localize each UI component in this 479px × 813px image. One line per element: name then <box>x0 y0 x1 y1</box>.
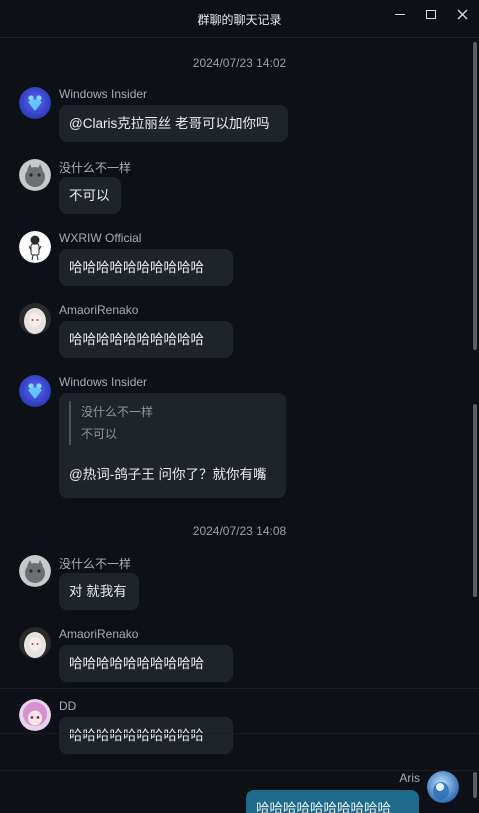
quoted-sender: 没什么不一样 <box>81 405 154 419</box>
quoted-message[interactable]: 没什么不一样 不可以 <box>69 401 153 445</box>
message-bubble[interactable]: 哈哈哈哈哈哈哈哈哈哈 <box>59 717 233 754</box>
heart-people-icon[interactable] <box>19 375 51 407</box>
message-bubble[interactable]: 哈哈哈哈哈哈哈哈哈哈 <box>59 645 233 682</box>
chat-history-window: 群聊的聊天记录 2024/07/23 14:02 Windows Insider… <box>0 0 479 813</box>
sender-name: Windows Insider <box>59 375 148 389</box>
anime-girl-avatar[interactable] <box>19 627 51 659</box>
message-bubble-self[interactable]: 哈哈哈哈哈哈哈哈哈哈 <box>246 790 419 813</box>
message-bubble[interactable]: 对 就我有 <box>59 573 139 610</box>
scrollbar-thumb-secondary[interactable] <box>473 404 477 597</box>
sender-name: 没什么不一样 <box>59 557 132 571</box>
pink-hair-girl-avatar[interactable] <box>19 699 51 731</box>
scrollbar-thumb[interactable] <box>473 42 477 350</box>
divider <box>0 733 479 734</box>
sender-name: WXRIW Official <box>59 231 142 245</box>
minimize-button[interactable] <box>392 6 408 22</box>
message-bubble[interactable]: 哈哈哈哈哈哈哈哈哈哈 <box>59 249 233 286</box>
message-bubble[interactable]: 不可以 <box>59 177 121 214</box>
message-bubble-with-quote[interactable]: 没什么不一样 不可以 @热词-鸽子王 问你了？就你有嘴 <box>59 393 286 498</box>
divider <box>0 688 479 689</box>
message-bubble[interactable]: @Claris克拉丽丝 老哥可以加你吗 <box>59 105 288 142</box>
sender-name: 没什么不一样 <box>59 161 132 175</box>
message-bubble[interactable]: 哈哈哈哈哈哈哈哈哈哈 <box>59 321 233 358</box>
sender-name: Aris <box>399 771 420 785</box>
grey-cat-avatar[interactable] <box>19 159 51 191</box>
timestamp: 2024/07/23 14:02 <box>192 56 287 70</box>
maximize-icon <box>426 9 436 19</box>
timestamp: 2024/07/23 14:08 <box>192 524 287 538</box>
message-text: @热词-鸽子王 问你了？就你有嘴 <box>69 467 267 482</box>
close-icon <box>457 9 467 19</box>
scrollbar-thumb-lower[interactable] <box>473 772 477 798</box>
cartoon-figure-avatar[interactable] <box>19 231 51 263</box>
sender-name: DD <box>59 699 77 713</box>
blue-anime-avatar[interactable] <box>427 771 459 803</box>
anime-girl-avatar[interactable] <box>19 303 51 335</box>
minimize-icon <box>395 13 405 15</box>
title-bar: 群聊的聊天记录 <box>0 0 479 38</box>
maximize-button[interactable] <box>423 6 439 22</box>
close-button[interactable] <box>454 6 470 22</box>
sender-name: Windows Insider <box>59 87 148 101</box>
grey-cat-avatar[interactable] <box>19 555 51 587</box>
scrollbar[interactable] <box>471 40 479 813</box>
heart-people-icon[interactable] <box>19 87 51 119</box>
sender-name: AmaoriRenako <box>59 627 139 641</box>
sender-name: AmaoriRenako <box>59 303 139 317</box>
quoted-text: 不可以 <box>81 427 118 441</box>
